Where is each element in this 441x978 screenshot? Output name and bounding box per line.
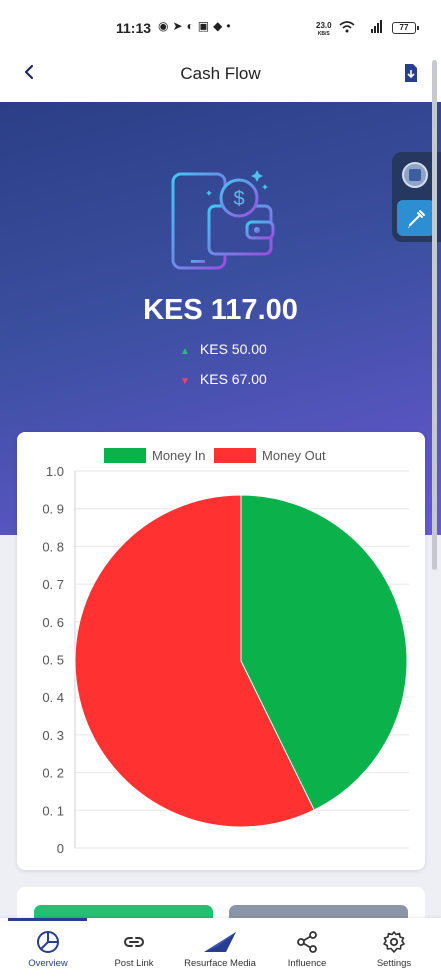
download-icon[interactable] xyxy=(400,62,422,84)
up-arrow-icon: ▲ xyxy=(180,346,190,357)
notification-icons: ◉➤◐▣◆• xyxy=(158,19,235,33)
link-icon xyxy=(124,937,144,947)
nav-item-settings[interactable]: Settings xyxy=(350,918,438,978)
legend-label-money-in: Money In xyxy=(152,448,205,463)
y-tick-label: 0. 5 xyxy=(42,653,64,668)
y-tick-label: 0. 3 xyxy=(42,728,64,743)
nav-label-overview: Overview xyxy=(28,958,68,969)
nav-label-post-link: Post Link xyxy=(114,958,154,969)
cash-flow-pie-chart: Money In Money Out 1.0 0. 9 0. 8 0. 7 0. 6 0. … xyxy=(42,448,409,856)
eyedropper-icon xyxy=(408,210,425,228)
wifi-signal-icon xyxy=(339,20,382,33)
svg-text:$: $ xyxy=(233,188,244,210)
eyedropper-button[interactable] xyxy=(397,200,435,236)
money-out-stat: ▼ KES 67.00 xyxy=(180,371,267,387)
page-title: Cash Flow xyxy=(180,64,261,83)
balance-total: KES 117.00 xyxy=(143,294,298,326)
y-tick-label: 0. 9 xyxy=(42,502,64,517)
status-time: 11:13 xyxy=(116,20,152,36)
nav-item-resurface-media[interactable]: Resurface Media xyxy=(176,918,264,978)
nav-item-overview[interactable]: Overview xyxy=(4,918,92,978)
nav-label-resurface-media: Resurface Media xyxy=(184,958,256,969)
down-arrow-icon: ▼ xyxy=(180,376,190,387)
y-tick-label: 0. 1 xyxy=(42,803,64,818)
chart-legend: Money In Money Out xyxy=(104,448,326,463)
battery-icon: 77 xyxy=(392,22,419,34)
y-tick-label: 0 xyxy=(57,841,64,856)
pie-chart-icon xyxy=(37,931,59,953)
legend-swatch-money-in xyxy=(104,448,146,463)
paper-plane-icon xyxy=(204,932,236,952)
money-in-stat: ▲ KES 50.00 xyxy=(180,341,267,357)
nav-item-post-link[interactable]: Post Link xyxy=(90,918,178,978)
y-tick-label: 0. 2 xyxy=(42,766,64,781)
y-tick-label: 0. 6 xyxy=(42,615,64,630)
bottom-navigation: Overview Post Link Resurface Media Influ… xyxy=(0,918,441,978)
nav-label-settings: Settings xyxy=(376,958,412,969)
legend-label-money-out: Money Out xyxy=(262,448,326,463)
money-out-amount: KES 67.00 xyxy=(199,371,267,387)
screen-avatar-icon[interactable] xyxy=(402,162,428,188)
wallet-illustration-icon: $ xyxy=(171,170,275,270)
gear-icon xyxy=(383,931,405,953)
nav-item-influence[interactable]: Influence xyxy=(263,918,351,978)
share-icon xyxy=(297,931,317,953)
scrollbar[interactable] xyxy=(432,60,437,570)
status-bar: 11:13 ◉➤◐▣◆• 23.0 KB/S 77 xyxy=(0,0,441,44)
app-bar: Cash Flow xyxy=(0,44,441,102)
legend-swatch-money-out xyxy=(214,448,256,463)
money-in-amount: KES 50.00 xyxy=(199,341,267,357)
nav-label-influence: Influence xyxy=(287,958,327,969)
y-tick-label: 0. 4 xyxy=(42,690,64,705)
y-tick-label: 1.0 xyxy=(46,464,64,479)
cash-flow-chart-card: Money In Money Out 1.0 0. 9 0. 8 0. 7 0. 6 0. … xyxy=(17,432,425,870)
y-tick-label: 0. 7 xyxy=(42,577,64,592)
signal-icons xyxy=(339,20,385,37)
chart-pie xyxy=(74,494,408,828)
network-speed: 23.0 KB/S xyxy=(316,21,332,38)
y-tick-label: 0. 8 xyxy=(42,539,64,554)
